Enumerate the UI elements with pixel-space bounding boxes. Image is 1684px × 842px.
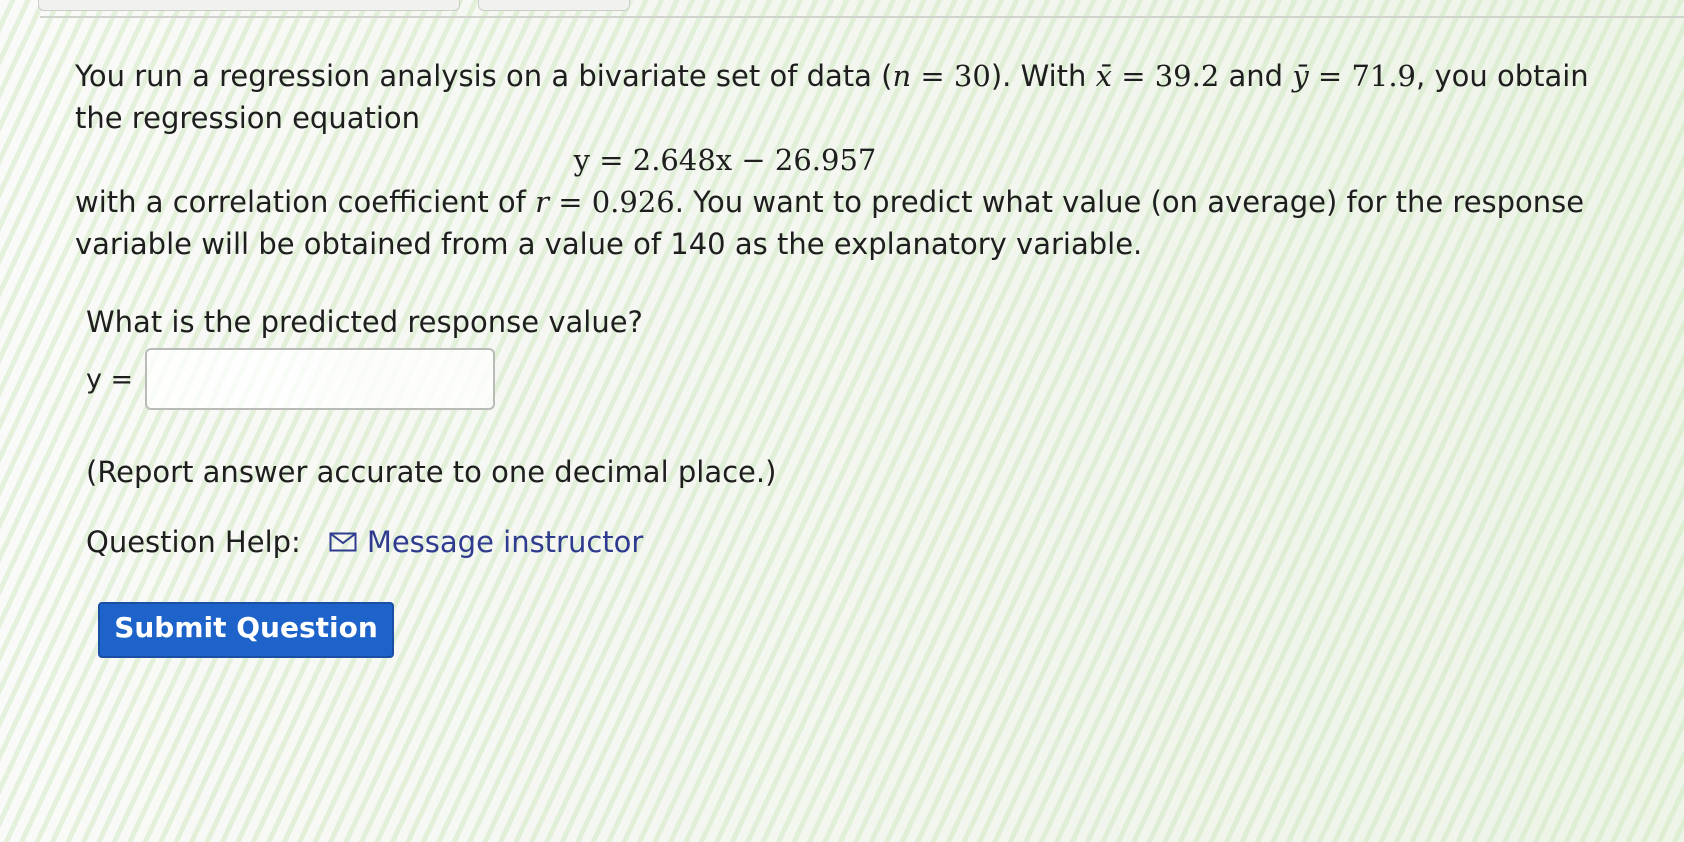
message-instructor-link[interactable]: Message instructor [367,525,644,559]
page-background: You run a regression analysis on a bivar… [0,0,1684,842]
divider [40,16,1684,18]
question-paragraph: with a correlation coefficient of r = 0.… [75,181,1635,265]
answer-row: y = [86,348,496,410]
question-help: Question Help: Message instructor [86,525,643,559]
question-paragraph: You run a regression analysis on a bivar… [75,55,1635,139]
top-tab[interactable] [478,0,630,11]
math-value: = 39.2 [1112,59,1220,93]
math-variable: n [892,59,912,93]
submit-button[interactable]: Submit Question [98,602,394,658]
answer-input[interactable] [145,348,496,410]
math-value: = 0.926 [548,185,675,219]
answer-label: y = [86,363,134,395]
question-text-segment: ). With [990,59,1096,93]
question-text-segment: with a correlation coefficient of [75,185,536,219]
math-value: = 71.9 [1308,59,1417,93]
math-value: = 30 [911,59,991,93]
question-text-segment: and [1219,59,1293,93]
top-tab[interactable] [38,0,460,11]
question-text: You run a regression analysis on a bivar… [75,55,1635,265]
math-variable: x̄ [1095,59,1112,93]
math-variable: ȳ [1292,59,1309,93]
regression-equation: y = 2.648x − 26.957 [573,143,877,177]
question-text-segment: You run a regression analysis on a bivar… [75,59,893,93]
envelope-icon[interactable] [329,532,357,552]
help-label: Question Help: [86,525,301,559]
prompt-text: What is the predicted response value? [86,305,643,339]
math-variable: r [535,185,549,219]
instruction-note: (Report answer accurate to one decimal p… [86,455,777,489]
